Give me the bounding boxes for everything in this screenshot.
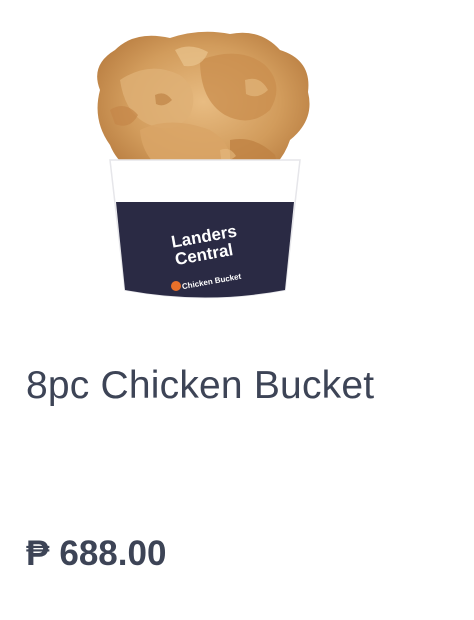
product-name[interactable]: 8pc Chicken Bucket [26, 356, 386, 416]
product-card[interactable]: Landers Central Chicken Bucket 8pc Chick… [0, 0, 474, 620]
currency-symbol: ₱ [26, 534, 50, 573]
product-image[interactable]: Landers Central Chicken Bucket [80, 20, 330, 320]
product-price: ₱ 688.00 [26, 532, 166, 576]
bucket-illustration: Landers Central Chicken Bucket [109, 159, 301, 299]
price-amount: 688.00 [59, 534, 167, 573]
bucket-logo-icon [171, 281, 181, 291]
